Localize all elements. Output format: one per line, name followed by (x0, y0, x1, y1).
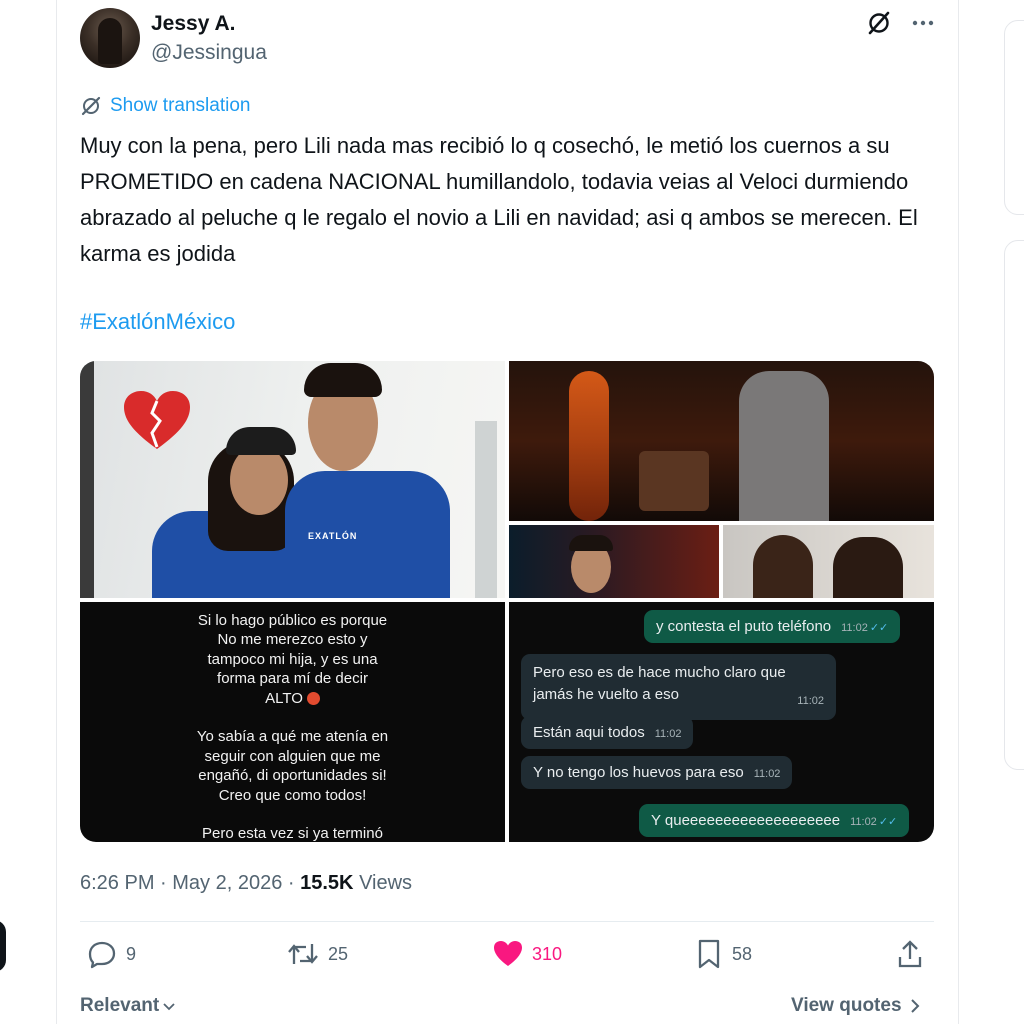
repost-icon (288, 944, 318, 964)
story-line: Yo sabía a qué me atenía en (196, 728, 389, 746)
chat-message-text: Y queeeeeeeeeeeeeeeeeee (651, 812, 841, 829)
contestant-hair (569, 535, 613, 551)
night-scene-photo[interactable] (509, 361, 934, 521)
timeline-border-right (958, 0, 959, 1024)
bookmark-button[interactable]: 58 (694, 938, 752, 970)
kiss-person-right (833, 537, 903, 598)
story-text: Si lo hago público es porque No me merezc… (80, 611, 505, 842)
sort-replies-dropdown[interactable]: Relevant (80, 995, 177, 1017)
views-label: Views (359, 872, 413, 894)
man-hair (304, 363, 382, 397)
show-translation-label: Show translation (110, 95, 251, 116)
chevron-right-icon (910, 999, 919, 1013)
chat-message-text: Pero eso es de hace mucho claro que jamá… (533, 664, 786, 703)
divider (80, 921, 934, 922)
story-line: ALTO (265, 689, 303, 707)
shirt-logo: EXATLÓN (308, 531, 358, 541)
grok-icon[interactable] (864, 8, 894, 38)
meta-separator: · (160, 872, 173, 894)
view-quotes-link[interactable]: View quotes (791, 995, 922, 1017)
author-name[interactable]: Jessy A. (151, 12, 235, 36)
photo-fire-glow (569, 371, 609, 521)
story-line: Creo que como todos! (218, 786, 367, 804)
chat-message-text: Están aqui todos (533, 724, 645, 741)
tweet-date[interactable]: May 2, 2026 (172, 872, 282, 894)
view-quotes-label: View quotes (791, 995, 902, 1016)
kiss-person-left (753, 535, 813, 598)
chat-message-time: 11:02 (850, 816, 877, 828)
tweet-text: Muy con la pena, pero Lili nada mas reci… (80, 133, 918, 266)
media-grid[interactable]: EXATLÓN Si lo hago público es porque No m… (80, 361, 934, 842)
photo-door-edge (80, 361, 94, 598)
meta-separator: · (287, 872, 301, 894)
woman-cap (226, 427, 296, 455)
bookmark-count: 58 (732, 943, 753, 964)
story-line: seguir con alguien que me (204, 747, 381, 765)
avatar-figure (98, 18, 122, 64)
woman-face (230, 445, 288, 515)
views-count: 15.5K (300, 872, 354, 894)
photo-torch (639, 451, 709, 511)
read-ticks-icon: ✓✓ (869, 622, 889, 634)
chat-message: y contesta el puto teléfono 11:02 ✓✓ (644, 610, 901, 643)
couple-photo[interactable]: EXATLÓN (80, 361, 505, 598)
action-bar: 9 25 310 58 (80, 938, 934, 978)
read-ticks-icon: ✓✓ (878, 816, 898, 828)
story-line: tampoco mi hija, y es una (207, 650, 378, 668)
like-count: 310 (532, 943, 563, 964)
tv-contestant-photo[interactable] (509, 525, 719, 598)
story-line: forma para mí de decir (217, 670, 368, 688)
timeline-border-left (56, 0, 57, 1024)
story-line (80, 708, 505, 727)
broken-heart-icon (124, 391, 190, 449)
chat-message: Y queeeeeeeeeeeeeeeeeee 11:02 ✓✓ (639, 804, 910, 837)
chat-screenshot[interactable]: y contesta el puto teléfono 11:02 ✓✓ Pero … (509, 602, 934, 842)
like-button[interactable]: 310 (492, 938, 562, 970)
author-handle[interactable]: @Jessingua (151, 41, 267, 65)
story-line: engañó, di oportunidades si! (198, 767, 387, 785)
bookmark-icon (698, 939, 720, 969)
chat-message-text: y contesta el puto teléfono (656, 618, 832, 635)
story-line: Pero esta vez si ya terminó (202, 825, 383, 842)
share-button[interactable] (894, 938, 926, 970)
repost-button[interactable]: 25 (286, 938, 348, 970)
tweet-meta: 6:26 PM · May 2, 2026 · 15.5K Views (80, 872, 412, 895)
story-line (80, 805, 505, 824)
chat-message-time: 11:02 (654, 728, 682, 740)
reply-count: 9 (126, 943, 137, 964)
story-screenshot[interactable]: Si lo hago público es porque No me merezc… (80, 602, 505, 842)
reply-icon (88, 941, 116, 969)
tweet-time[interactable]: 6:26 PM (80, 872, 154, 894)
translate-icon (81, 96, 101, 116)
photo-background-wall (475, 421, 497, 598)
reply-button[interactable]: 9 (86, 938, 136, 970)
stop-sign-icon (306, 691, 320, 705)
story-line: No me merezco esto y (217, 631, 368, 649)
sidebar-card (1004, 20, 1024, 215)
tweet-header-actions (864, 8, 938, 38)
chat-message-time: 11:02 (753, 768, 781, 780)
chat-message-text: Y no tengo los huevos para eso (533, 764, 744, 781)
avatar[interactable] (80, 8, 140, 68)
chevron-down-icon (163, 1003, 175, 1011)
hashtag-link[interactable]: #ExatlónMéxico (80, 309, 235, 335)
sort-label: Relevant (80, 995, 160, 1016)
chat-message-time: 11:02 (841, 622, 868, 634)
chat-message: Pero eso es de hace mucho claro que jamá… (521, 654, 836, 720)
photo-figure (739, 371, 829, 521)
share-icon (898, 940, 922, 968)
sidebar-card (1004, 240, 1024, 770)
more-options-icon[interactable] (908, 8, 938, 38)
story-line-wrap: ALTO (80, 689, 505, 708)
heart-icon (494, 941, 522, 966)
chat-message: Están aqui todos 11:02 (521, 716, 694, 749)
repost-count: 25 (328, 943, 349, 964)
chat-message: Y no tengo los huevos para eso 11:02 (521, 756, 793, 789)
show-translation-link[interactable]: Show translation (80, 95, 250, 117)
left-edge-element (0, 920, 6, 972)
chat-message-time: 11:02 (797, 695, 824, 707)
story-line: Si lo hago público es porque (197, 612, 388, 629)
kiss-photo[interactable] (723, 525, 934, 598)
